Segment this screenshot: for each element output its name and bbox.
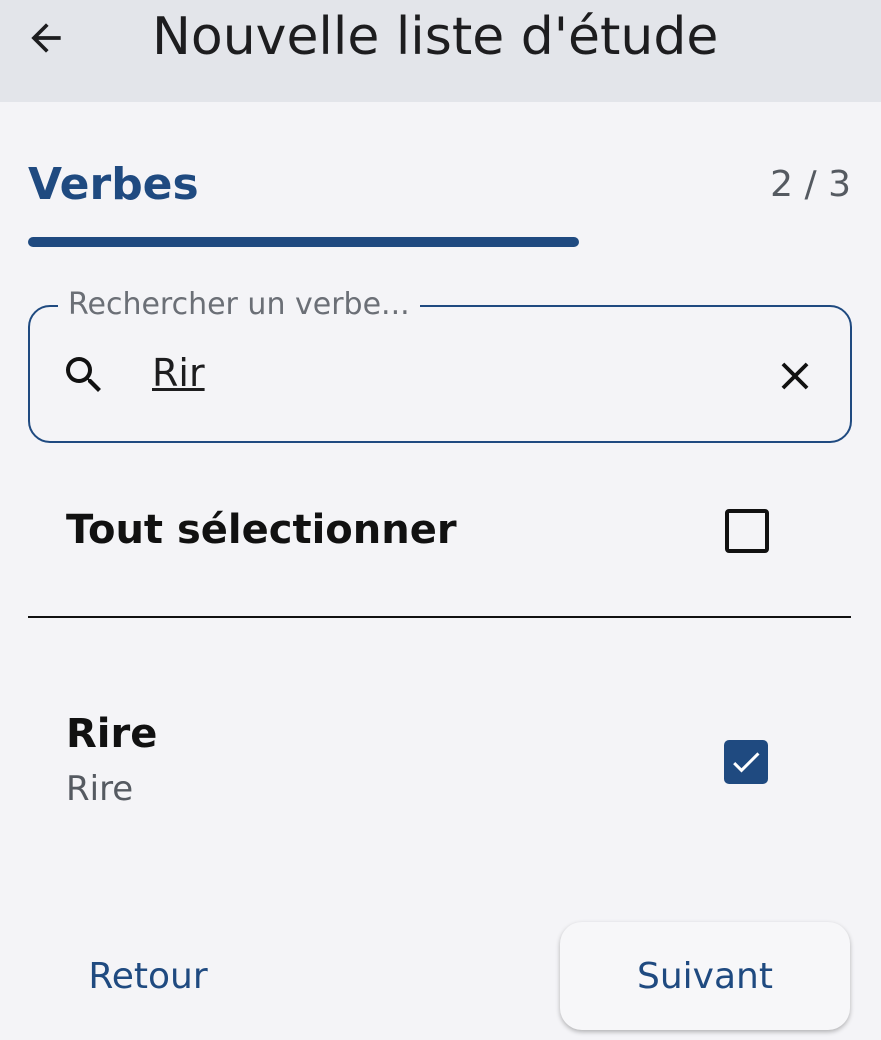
progress-fill xyxy=(28,237,580,247)
app-bar: Nouvelle liste d'étude xyxy=(0,0,881,102)
select-all-label: Tout sélectionner xyxy=(66,507,457,553)
list-item[interactable]: Rire Rire xyxy=(0,690,881,830)
clear-search-button[interactable] xyxy=(770,351,820,401)
arrow-left-icon xyxy=(31,23,61,53)
select-all-checkbox[interactable] xyxy=(725,509,769,553)
next-button[interactable]: Suivant xyxy=(560,922,850,1030)
search-field: Rechercher un verbe... xyxy=(28,286,852,443)
check-icon xyxy=(733,752,760,773)
divider xyxy=(28,616,851,618)
search-input[interactable] xyxy=(152,343,712,403)
search-icon xyxy=(66,357,101,392)
back-button[interactable] xyxy=(22,14,70,62)
verb-checkbox[interactable] xyxy=(724,740,768,784)
back-nav-button[interactable]: Retour xyxy=(58,940,238,1012)
close-icon xyxy=(781,362,809,390)
verb-translation: Rire xyxy=(66,769,134,809)
search-label: Rechercher un verbe... xyxy=(58,286,420,324)
step-counter: 2 / 3 xyxy=(770,164,851,205)
page-title: Nouvelle liste d'étude xyxy=(152,7,719,67)
verb-name: Rire xyxy=(66,711,158,757)
section-title: Verbes xyxy=(28,159,199,210)
progress-bar xyxy=(28,237,851,247)
